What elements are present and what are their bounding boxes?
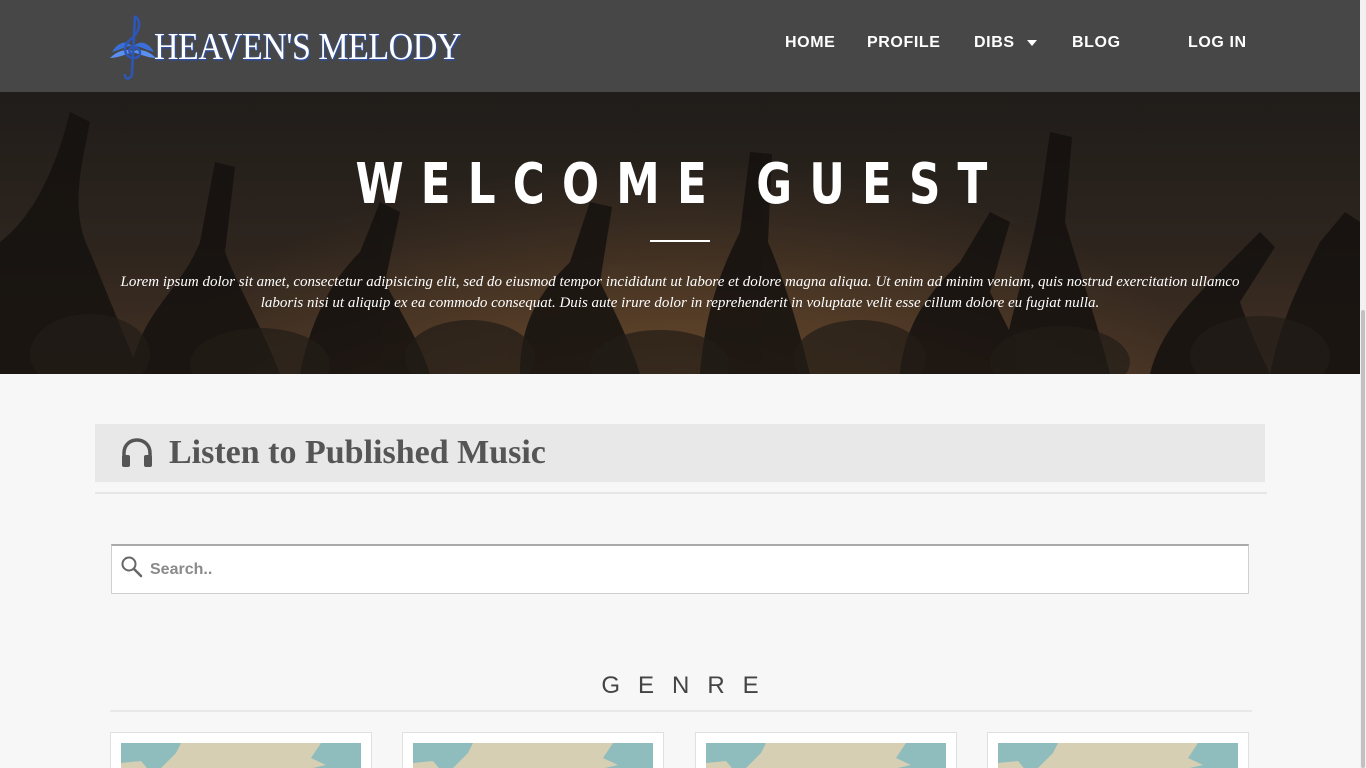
nav-profile[interactable]: PROFILE [867, 34, 941, 52]
genre-thumbnail-map-image [998, 743, 1238, 768]
page-scrollbar[interactable] [1360, 0, 1366, 768]
hero-divider [650, 240, 710, 242]
genre-card[interactable] [695, 732, 957, 768]
nav-login[interactable]: LOG IN [1188, 34, 1247, 52]
hero-banner: WELCOME GUEST Lorem ipsum dolor sit amet… [0, 92, 1360, 374]
genre-card[interactable] [402, 732, 664, 768]
hero-description: Lorem ipsum dolor sit amet, consectetur … [120, 274, 1240, 311]
genre-thumbnail-map-image [121, 743, 361, 768]
genre-thumbnail-map-image [706, 743, 946, 768]
genre-card[interactable] [987, 732, 1249, 768]
nav-dibs-label: DIBS [974, 34, 1015, 51]
hero-title: WELCOME GUEST [355, 152, 1005, 217]
genre-divider [110, 710, 1252, 712]
section-divider [95, 492, 1267, 494]
search-input[interactable] [150, 552, 1230, 588]
scrollbar-thumb[interactable] [1361, 310, 1365, 768]
navbar: HEAVEN'S MELODY HOME PROFILE DIBS BLOG L… [0, 0, 1360, 92]
nav-dibs-dropdown[interactable]: DIBS [974, 34, 1037, 52]
brand-logo[interactable]: HEAVEN'S MELODY [108, 12, 461, 84]
section-title: Listen to Published Music [169, 434, 546, 471]
genre-card[interactable] [110, 732, 372, 768]
nav-blog[interactable]: BLOG [1072, 34, 1121, 52]
concert-crowd-image [0, 92, 1360, 374]
headphones-icon [122, 438, 152, 467]
genre-title: GENRE [601, 672, 777, 699]
caret-down-icon [1026, 40, 1037, 46]
nav-home[interactable]: HOME [785, 34, 835, 52]
brand-name: HEAVEN'S MELODY [154, 26, 461, 69]
search-box[interactable] [111, 544, 1249, 594]
treble-clef-wings-icon [110, 15, 156, 80]
section-header: Listen to Published Music [95, 424, 1265, 482]
genre-thumbnail-map-image [413, 743, 653, 768]
search-icon [121, 556, 143, 578]
